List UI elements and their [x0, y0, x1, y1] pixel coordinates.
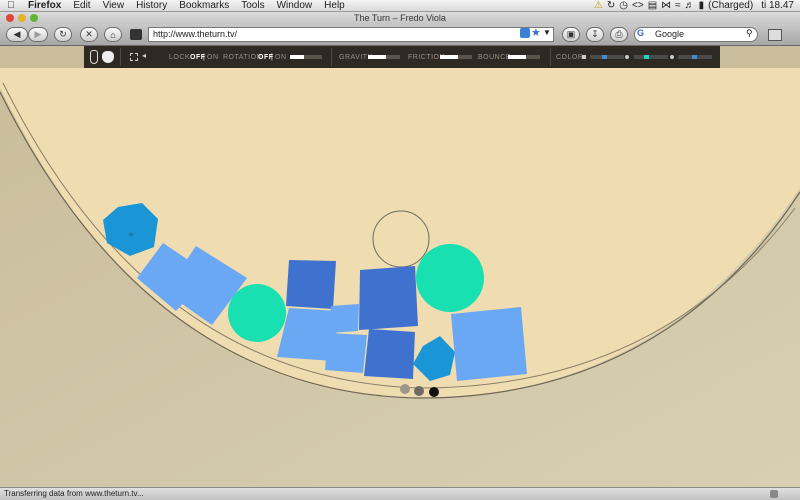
forward-button[interactable]: ▶: [28, 27, 48, 42]
browser-toolbar: ◀ ▶ ↻ ✕ ⌂ http://www.theturn.tv/ ★ ▼ ▣ ↧…: [0, 24, 800, 46]
color-swatch-1[interactable]: [582, 55, 586, 59]
page-dot-2[interactable]: [414, 386, 424, 396]
status-text: Transferring data from www.theturn.tv...: [4, 489, 144, 498]
color-slider-3[interactable]: [678, 55, 712, 59]
rss-feed-icon[interactable]: [520, 28, 530, 38]
square-shape[interactable]: [364, 329, 415, 379]
circle-shape[interactable]: [228, 284, 286, 342]
volume-icon[interactable]: ♬: [685, 0, 695, 12]
search-engine-icon[interactable]: G: [637, 28, 644, 38]
friction-slider[interactable]: [440, 55, 472, 59]
stop-button[interactable]: ✕: [80, 27, 98, 42]
lock-on-toggle[interactable]: ON: [207, 54, 219, 61]
bounce-label: BOUNCE: [478, 54, 511, 61]
menu-bookmarks[interactable]: Bookmarks: [173, 0, 235, 12]
menu-tools[interactable]: Tools: [235, 0, 270, 12]
url-bar[interactable]: http://www.theturn.tv/: [148, 27, 554, 42]
square-shape[interactable]: [286, 260, 336, 309]
minimize-window-icon[interactable]: [18, 14, 26, 22]
downloads-button[interactable]: ↧: [586, 27, 604, 42]
display-icon[interactable]: ▤: [648, 0, 657, 12]
sound-icon[interactable]: ◂: [142, 51, 147, 60]
circle-shape[interactable]: [416, 244, 484, 312]
color-slider-1[interactable]: [590, 55, 624, 59]
time-machine-icon[interactable]: ◷: [619, 0, 628, 12]
square-shape[interactable]: [451, 307, 527, 381]
lock-label: LOCK: [169, 54, 191, 61]
wifi-icon[interactable]: ≈: [675, 0, 681, 12]
apple-menu-icon[interactable]: : [0, 0, 22, 11]
rotation-slider[interactable]: [290, 55, 322, 59]
bunny-icon[interactable]: [90, 50, 98, 64]
mac-menu-bar:  Firefox Edit View History Bookmarks To…: [0, 0, 800, 12]
site-favicon: [130, 29, 142, 40]
crosshair-icon: +: [128, 230, 134, 241]
warning-icon[interactable]: ⚠: [594, 0, 603, 12]
site-control-bar: ◂ LOCK OFF | ON ROTATION OFF | ON GRAVIT…: [84, 46, 720, 68]
game-scene[interactable]: +: [0, 68, 800, 487]
bluetooth-icon[interactable]: ⋈: [661, 0, 671, 12]
divider: [120, 48, 121, 66]
color-label: COLOR: [556, 54, 584, 61]
page-dot-3[interactable]: [429, 387, 439, 397]
divider: [331, 48, 332, 66]
rotation-on-toggle[interactable]: ON: [275, 54, 287, 61]
search-input[interactable]: Google: [634, 27, 758, 42]
status-bar: Transferring data from www.theturn.tv...: [0, 487, 800, 500]
bounce-slider[interactable]: [508, 55, 540, 59]
fullscreen-icon[interactable]: [130, 53, 138, 61]
menu-edit[interactable]: Edit: [67, 0, 96, 12]
menu-app-name[interactable]: Firefox: [22, 0, 67, 12]
screenshot-button[interactable]: ▣: [562, 27, 580, 42]
menubar-clock[interactable]: ti 18.47: [761, 0, 794, 12]
menu-view[interactable]: View: [97, 0, 131, 12]
url-dropdown-icon[interactable]: ▼: [543, 28, 551, 37]
game-canvas[interactable]: +: [0, 68, 800, 487]
resize-grip-icon[interactable]: [770, 490, 778, 498]
square-shape[interactable]: [359, 266, 418, 330]
color-slider-2[interactable]: [634, 55, 668, 59]
battery-status: (Charged): [708, 0, 754, 11]
sync-icon[interactable]: ↻: [607, 0, 615, 12]
page-dot-1[interactable]: [400, 384, 410, 394]
color-dot-2[interactable]: [670, 55, 674, 59]
cat-face-icon[interactable]: [102, 51, 114, 63]
print-button[interactable]: ⎙: [610, 27, 628, 42]
close-window-icon[interactable]: [6, 14, 14, 22]
zoom-window-icon[interactable]: [30, 14, 38, 22]
menu-help[interactable]: Help: [318, 0, 351, 12]
tab-overview-icon[interactable]: [768, 29, 782, 41]
window-title: The Turn – Fredo Viola: [354, 13, 446, 23]
menu-window[interactable]: Window: [271, 0, 319, 12]
code-icon[interactable]: <>: [632, 0, 644, 12]
search-magnifier-icon[interactable]: ⚲: [746, 28, 753, 39]
back-button[interactable]: ◀: [6, 27, 28, 42]
rotation-label: ROTATION: [223, 54, 263, 61]
square-shape[interactable]: [325, 333, 367, 373]
gravity-slider[interactable]: [368, 55, 400, 59]
color-dot-1[interactable]: [625, 55, 629, 59]
reload-button[interactable]: ↻: [54, 27, 72, 42]
window-title-bar: The Turn – Fredo Viola: [0, 12, 800, 24]
divider: [550, 48, 551, 66]
home-button[interactable]: ⌂: [104, 27, 122, 42]
bookmark-star-icon[interactable]: ★: [531, 26, 541, 39]
square-shape[interactable]: [329, 304, 359, 333]
menu-history[interactable]: History: [130, 0, 173, 12]
battery-icon[interactable]: ▮: [699, 0, 705, 12]
